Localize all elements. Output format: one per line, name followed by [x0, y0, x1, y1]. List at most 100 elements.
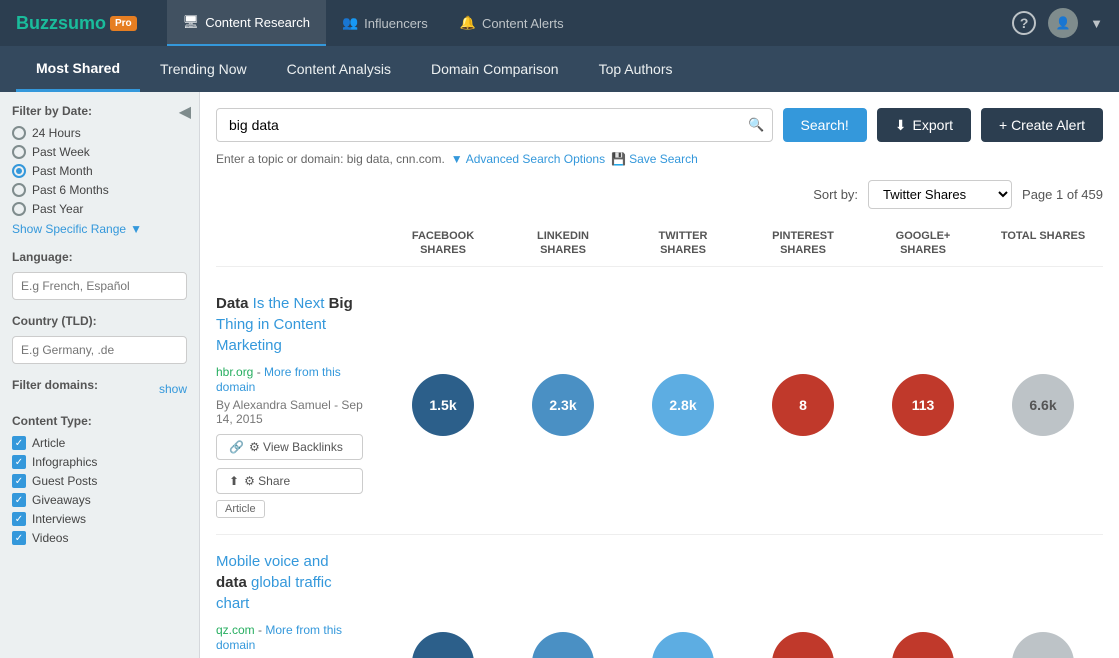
googleplus-circle-1: 113 — [892, 374, 954, 436]
twitter-circle-2: 2.5k — [652, 632, 714, 658]
th-total: TOTAL SHARES — [983, 229, 1103, 258]
radio-past-year[interactable]: Past Year — [12, 202, 187, 216]
result-domain-1: hbr.org — [216, 365, 257, 379]
checkbox-guest-posts[interactable]: Guest Posts — [12, 474, 187, 488]
domain-link-1[interactable]: hbr.org — [216, 365, 253, 379]
result-content-2: Mobile voice and data global traffic cha… — [216, 551, 383, 658]
sidebar-collapse-button[interactable]: ◀ — [179, 102, 191, 122]
save-search-link[interactable]: 💾 Save Search — [611, 152, 698, 166]
checkbox-box-interviews — [12, 512, 26, 526]
result-title-link-2[interactable]: Mobile voice and data global traffic cha… — [216, 553, 332, 612]
googleplus-shares-2: 26 — [863, 632, 983, 658]
content-type-list: Article Infographics Guest Posts Giveawa… — [12, 436, 187, 545]
people-icon: 👥 — [342, 15, 358, 31]
pinterest-circle-1: 8 — [772, 374, 834, 436]
result-content-1: Data Is the Next Big Thing in Content Ma… — [216, 293, 383, 518]
radio-past-6months[interactable]: Past 6 Months — [12, 183, 187, 197]
radio-circle-month — [12, 164, 26, 178]
top-navigation: Buzzsumo Pro 🖥 Content Research 👥 Influe… — [0, 0, 1119, 46]
filter-country: Country (TLD): — [12, 314, 187, 364]
country-input[interactable] — [12, 336, 187, 364]
facebook-shares-1: 1.5k — [383, 374, 503, 436]
filter-domains-show[interactable]: show — [159, 382, 187, 396]
result-actions-1: 🔗 ⚙ View Backlinks ⬆ ⚙ Share — [216, 434, 363, 494]
search-icon[interactable]: 🔍 — [748, 117, 764, 133]
share-btn-1[interactable]: ⬆ ⚙ Share — [216, 468, 363, 494]
view-backlinks-btn-1[interactable]: 🔗 ⚙ View Backlinks — [216, 434, 363, 460]
subnav-most-shared[interactable]: Most Shared — [16, 46, 140, 92]
chevron-down-icon: ▼ — [451, 152, 463, 166]
filter-domains-row: Filter domains: show — [12, 378, 187, 400]
checkbox-box-article — [12, 436, 26, 450]
linkedin-shares-1: 2.3k — [503, 374, 623, 436]
twitter-shares-1: 2.8k — [623, 374, 743, 436]
checkbox-article[interactable]: Article — [12, 436, 187, 450]
main-layout: ◀ Filter by Date: 24 Hours Past Week Pas… — [0, 92, 1119, 658]
result-title-2: Mobile voice and data global traffic cha… — [216, 551, 363, 614]
language-input[interactable] — [12, 272, 187, 300]
hint-row: Enter a topic or domain: big data, cnn.c… — [216, 152, 1103, 166]
th-facebook: FACEBOOKSHARES — [383, 229, 503, 258]
search-input-wrap: 🔍 — [216, 108, 773, 142]
sidebar: ◀ Filter by Date: 24 Hours Past Week Pas… — [0, 92, 200, 658]
domain-link-2[interactable]: qz.com — [216, 623, 255, 637]
filter-content-type: Content Type: Article Infographics Guest… — [12, 414, 187, 545]
checkbox-videos[interactable]: Videos — [12, 531, 187, 545]
avatar-dropdown-icon[interactable]: ▼ — [1090, 16, 1103, 31]
nav-content-alerts[interactable]: 🔔 Content Alerts — [444, 0, 580, 46]
chevron-down-icon: ▼ — [130, 222, 142, 236]
checkbox-box-infographics — [12, 455, 26, 469]
radio-circle-24h — [12, 126, 26, 140]
sort-row: Sort by: Twitter Shares Facebook Shares … — [216, 180, 1103, 209]
advanced-search-link[interactable]: ▼ Advanced Search Options — [451, 152, 605, 166]
export-button[interactable]: ⬇ Export — [877, 108, 971, 142]
twitter-shares-2: 2.5k — [623, 632, 743, 658]
date-radio-group: 24 Hours Past Week Past Month Past 6 Mon… — [12, 126, 187, 216]
checkbox-interviews[interactable]: Interviews — [12, 512, 187, 526]
radio-24h[interactable]: 24 Hours — [12, 126, 187, 140]
pinterest-shares-2: 0 — [743, 632, 863, 658]
search-button[interactable]: Search! — [783, 108, 867, 142]
subnav-trending-now[interactable]: Trending Now — [140, 46, 267, 92]
nav-content-research[interactable]: 🖥 Content Research — [167, 0, 326, 46]
radio-circle-year — [12, 202, 26, 216]
bell-icon: 🔔 — [460, 15, 476, 31]
search-input[interactable] — [216, 108, 773, 142]
logo[interactable]: Buzzsumo Pro — [16, 13, 137, 34]
facebook-circle-2: 933 — [412, 632, 474, 658]
show-specific-range[interactable]: Show Specific Range ▼ — [12, 222, 187, 236]
share-icon: ⬆ — [229, 474, 239, 488]
checkbox-infographics[interactable]: Infographics — [12, 455, 187, 469]
checkbox-giveaways[interactable]: Giveaways — [12, 493, 187, 507]
sort-select[interactable]: Twitter Shares Facebook Shares LinkedIn … — [868, 180, 1012, 209]
subnav-top-authors[interactable]: Top Authors — [579, 46, 693, 92]
checkbox-box-guest-posts — [12, 474, 26, 488]
radio-circle-6months — [12, 183, 26, 197]
filter-language: Language: — [12, 250, 187, 300]
result-title-link-1[interactable]: Data Is the Next Big Thing in Content Ma… — [216, 295, 353, 354]
total-circle-1: 6.6k — [1012, 374, 1074, 436]
result-tag-1: Article — [216, 500, 265, 518]
radio-past-week[interactable]: Past Week — [12, 145, 187, 159]
subnav-content-analysis[interactable]: Content Analysis — [267, 46, 411, 92]
subnav-domain-comparison[interactable]: Domain Comparison — [411, 46, 579, 92]
facebook-shares-2: 933 — [383, 632, 503, 658]
pro-badge: Pro — [110, 16, 137, 31]
filter-date-label: Filter by Date: — [12, 104, 187, 118]
total-circle-2: 3.9k — [1012, 632, 1074, 658]
checkbox-box-giveaways — [12, 493, 26, 507]
total-shares-2: 3.9k — [983, 632, 1103, 658]
table-row: Mobile voice and data global traffic cha… — [216, 535, 1103, 658]
pinterest-circle-2: 0 — [772, 632, 834, 658]
th-twitter: TWITTERSHARES — [623, 229, 743, 258]
create-alert-button[interactable]: + Create Alert — [981, 108, 1103, 142]
googleplus-circle-2: 26 — [892, 632, 954, 658]
top-nav-right: ? 👤 ▼ — [1012, 8, 1103, 38]
content-type-label: Content Type: — [12, 414, 187, 428]
radio-past-month[interactable]: Past Month — [12, 164, 187, 178]
user-avatar[interactable]: 👤 — [1048, 8, 1078, 38]
help-button[interactable]: ? — [1012, 11, 1036, 35]
linkedin-circle-2: 396 — [532, 632, 594, 658]
nav-influencers[interactable]: 👥 Influencers — [326, 0, 444, 46]
result-meta-1: By Alexandra Samuel - Sep 14, 2015 — [216, 398, 363, 426]
